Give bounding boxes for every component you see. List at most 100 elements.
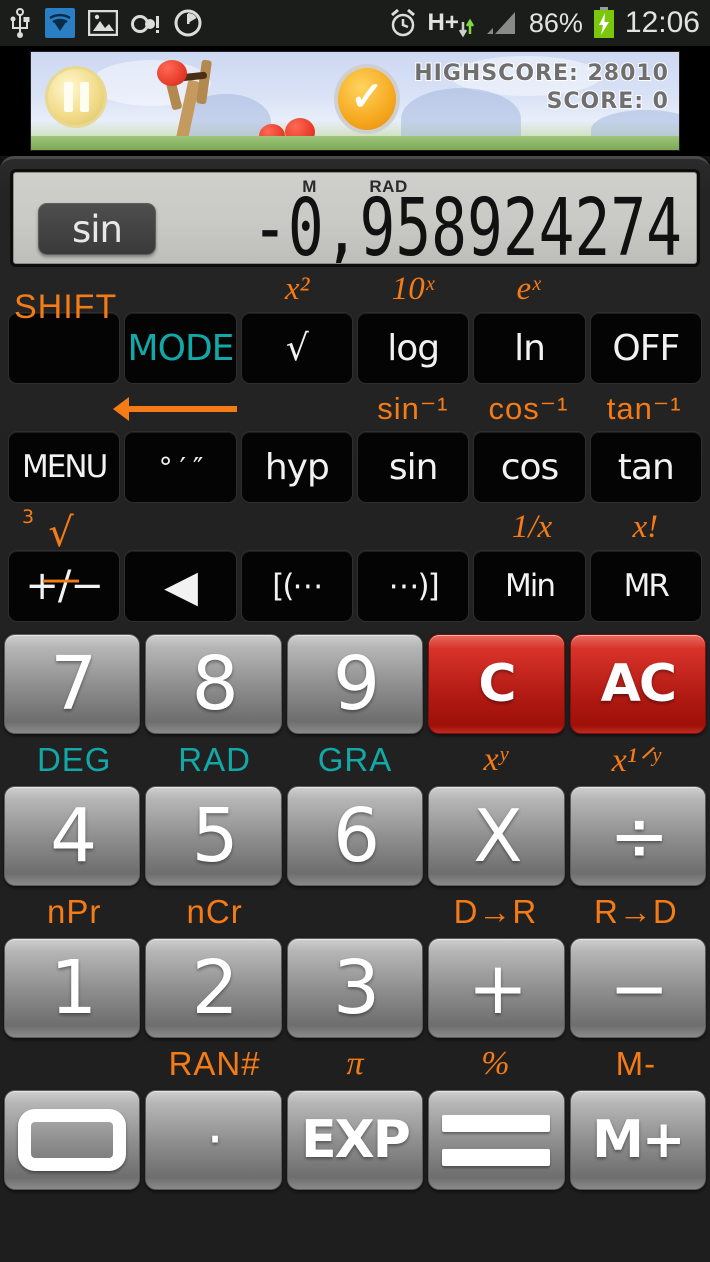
key-9[interactable]: 9 [286, 634, 424, 734]
arccos-label: cos⁻¹ [488, 391, 569, 426]
memory-recall-label: MR [623, 568, 670, 604]
key-6-label: 6 [332, 793, 380, 879]
ad-banner[interactable]: ✓ HIGHSCORE: 28010 SCORE: 0 [0, 46, 710, 156]
sub-percent-cell: % [425, 1045, 565, 1083]
key-5-label: 5 [191, 793, 239, 879]
key-memory-plus[interactable]: M+ [569, 1090, 707, 1190]
cube-root-label: 3 √— [22, 505, 81, 602]
ad-pause-button[interactable] [45, 66, 107, 128]
sub-rad-cell: RAD [144, 741, 284, 779]
hyp-key[interactable]: hyp [240, 431, 353, 503]
alarm-icon [390, 8, 415, 37]
ad-banner-content[interactable]: ✓ HIGHSCORE: 28010 SCORE: 0 [30, 51, 680, 151]
key-exp[interactable]: EXP [286, 1090, 424, 1190]
mode-key[interactable]: MODE [124, 312, 237, 384]
key-3[interactable]: 3 [286, 938, 424, 1038]
memory-recall-key[interactable]: MR [589, 550, 702, 622]
label-factorial-cell: x! [589, 511, 702, 544]
key-1-label: 1 [50, 945, 97, 1031]
key-2[interactable]: 2 [145, 938, 282, 1038]
function-block-1: SHIFT x² 10ˣ eˣ MODE √ log ln OFF [8, 267, 702, 384]
function-key-area: SHIFT x² 10ˣ eˣ MODE √ log ln OFF sin⁻¹ … [0, 267, 710, 622]
sub-xinvy-cell: x¹ᐟʸ [566, 740, 706, 780]
key-divide-label: ÷ [609, 794, 669, 878]
label-asin-cell: sin⁻¹ [355, 393, 471, 424]
key-minus[interactable]: − [569, 938, 707, 1038]
status-bar-left-icons [8, 8, 202, 38]
memory-minus-label: M- [615, 1045, 657, 1082]
key-minus-label: − [609, 946, 669, 1030]
status-bar-right-icons: H+ 86% 12:06 [388, 6, 700, 40]
pi-label: π [346, 1045, 364, 1082]
ten-power-x-label: 10ˣ [391, 271, 435, 307]
menu-key-label: MENU [22, 449, 108, 485]
sin-key[interactable]: sin [356, 431, 470, 503]
key-1[interactable]: 1 [4, 938, 141, 1038]
gra-label: GRA [317, 741, 393, 778]
ad-score: SCORE: 0 [546, 88, 669, 115]
network-type-label: H+ [428, 8, 475, 38]
factorial-label: x! [632, 509, 659, 545]
label-cbrt-cell: 3 √— [8, 505, 135, 602]
sub-mminus-cell: M- [566, 1045, 706, 1083]
key-7[interactable]: 7 [4, 634, 141, 734]
close-bracket-key[interactable]: ⋯)] [356, 550, 470, 622]
rad-to-deg-label: R→D [593, 893, 678, 930]
ad-check-button[interactable]: ✓ [334, 64, 400, 134]
key-decimal-point[interactable]: · [145, 1090, 282, 1190]
arcsin-label: sin⁻¹ [377, 391, 449, 426]
image-icon [88, 10, 118, 36]
wifi-icon [45, 8, 75, 38]
key-plus[interactable]: + [428, 938, 565, 1038]
arctan-label: tan⁻¹ [606, 391, 682, 426]
key-multiply[interactable]: X [428, 786, 565, 886]
dms-key[interactable]: ° ′ ″ [124, 431, 237, 503]
ncr-label: nCr [186, 893, 243, 930]
ad-grass [31, 136, 679, 150]
sub-deg-cell: DEG [4, 741, 144, 779]
sqrt-key[interactable]: √ [240, 312, 353, 384]
key-all-clear-label: AC [600, 654, 677, 714]
menu-key[interactable]: MENU [8, 431, 121, 503]
number-pad: 7 8 9 C AC DEG RAD GRA xʸ x¹ᐟʸ 4 5 6 X ÷ [0, 624, 710, 1196]
battery-percent: 86% [528, 7, 583, 38]
memory-in-key[interactable]: Min [473, 550, 586, 622]
key-exp-label: EXP [301, 1110, 411, 1170]
key-0[interactable] [4, 1090, 141, 1190]
key-5[interactable]: 5 [145, 786, 282, 886]
key-clear[interactable]: C [428, 634, 565, 734]
off-key[interactable]: OFF [589, 312, 702, 384]
voicemail-icon [131, 15, 159, 33]
back-arrow-key[interactable]: ◀ [124, 550, 237, 622]
label-backspace-cell [112, 396, 240, 421]
ln-key[interactable]: ln [473, 312, 586, 384]
deg-label: DEG [36, 741, 112, 778]
open-bracket-key[interactable]: [(⋯ [240, 550, 353, 622]
key-6[interactable]: 6 [286, 786, 424, 886]
key-4[interactable]: 4 [4, 786, 141, 886]
log-key[interactable]: log [356, 312, 470, 384]
key-all-clear[interactable]: AC [569, 634, 707, 734]
x-root-y-label: x¹ᐟʸ [611, 742, 660, 779]
label-atan-cell: tan⁻¹ [586, 393, 702, 424]
key-memory-plus-label: M+ [592, 1110, 685, 1170]
sub-ncr-cell: nCr [144, 893, 284, 931]
memory-in-label: Min [504, 568, 556, 604]
shift-label: SHIFT [14, 287, 118, 326]
network-type-text: H+ [427, 9, 459, 36]
cos-key[interactable]: cos [473, 431, 586, 503]
function-block-2: sin⁻¹ cos⁻¹ tan⁻¹ MENU ° ′ ″ hyp sin cos… [8, 386, 702, 503]
key-equals[interactable] [428, 1090, 565, 1190]
keypad-row-789: 7 8 9 C AC [4, 634, 707, 734]
key-2-label: 2 [191, 945, 239, 1031]
key-8[interactable]: 8 [145, 634, 282, 734]
close-bracket-label: ⋯)] [388, 568, 440, 604]
function-labels-3: 3 √— 1/x x! [8, 505, 702, 602]
key-7-label: 7 [50, 641, 97, 727]
ad-score-panel: HIGHSCORE: 28010 SCORE: 0 [413, 60, 669, 115]
key-divide[interactable]: ÷ [569, 786, 707, 886]
tan-key[interactable]: tan [589, 431, 702, 503]
sublabels-row-123: RAN# π % M- [4, 1038, 706, 1090]
app-root: H+ 86% 12:06 ✓ HIGHSCORE: 28010 SCORE: 0… [0, 0, 710, 1262]
usb-icon [10, 8, 30, 38]
